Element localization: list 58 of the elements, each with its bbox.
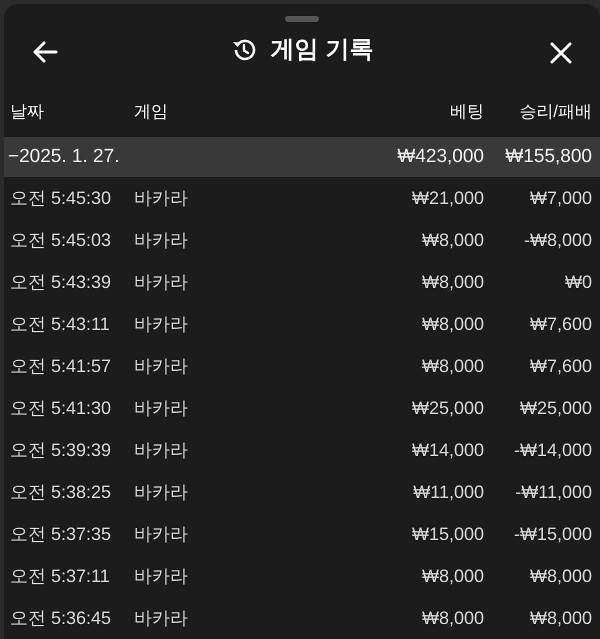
time-cell-text: 오전 5:36:45	[10, 606, 112, 630]
game-cell-text: 바카라	[134, 522, 188, 546]
bet-cell-text: ₩15,000	[412, 522, 484, 546]
time-cell-text: 오전 5:45:30	[10, 186, 112, 210]
game-cell-text: 바카라	[134, 480, 188, 504]
time-cell-text: 오전 5:41:57	[10, 354, 112, 378]
group-date: 2025. 1. 27.	[19, 144, 120, 169]
result-cell-text: -₩14,000	[514, 438, 592, 462]
game-cell-text: 바카라	[134, 312, 188, 336]
bet-cell-text: ₩8,000	[422, 606, 484, 630]
time-cell-text: 오전 5:41:30	[10, 396, 112, 420]
result-cell-text: -₩11,000	[515, 480, 592, 504]
result-cell-text: -₩8,000	[524, 228, 592, 252]
bet-cell-text: ₩8,000	[422, 564, 484, 588]
result-cell-text: ₩7,000	[530, 186, 592, 210]
game-cell-text: 바카라	[134, 396, 188, 420]
bet-cell-text: ₩11,000	[413, 480, 484, 504]
column-header[interactable]: 베팅	[450, 102, 484, 122]
back-arrow-icon[interactable]	[32, 41, 58, 63]
bet-cell-text: ₩8,000	[422, 312, 484, 336]
column-header[interactable]: 날짜	[10, 102, 44, 122]
game-cell-text: 바카라	[134, 606, 188, 630]
history-icon	[230, 37, 257, 64]
group-result-total: ₩155,800	[505, 144, 592, 169]
game-cell-text: 바카라	[134, 564, 188, 588]
result-cell-text: ₩8,000	[530, 564, 592, 588]
game-cell-text: 바카라	[134, 438, 188, 462]
time-cell-text: 오전 5:39:39	[10, 438, 112, 462]
game-cell-text: 바카라	[134, 186, 188, 210]
time-cell-text: 오전 5:37:11	[10, 564, 110, 588]
result-cell-text: ₩7,600	[530, 354, 592, 378]
bet-cell-text: ₩8,000	[422, 228, 484, 252]
time-cell-text: 오전 5:45:03	[10, 228, 112, 252]
date-group-row[interactable]: −2025. 1. 27. ₩423,000 ₩155,800	[4, 137, 600, 177]
column-header[interactable]: 게임	[134, 102, 168, 122]
time-cell-text: 오전 5:37:35	[10, 522, 112, 546]
collapse-toggle[interactable]: −	[8, 142, 20, 172]
bet-cell-text: ₩21,000	[412, 186, 484, 210]
result-cell-text: ₩25,000	[520, 396, 592, 420]
game-cell-text: 바카라	[134, 354, 188, 378]
game-cell-text: 바카라	[134, 228, 188, 252]
bet-cell-text: ₩25,000	[412, 396, 484, 420]
bet-cell-text: ₩14,000	[412, 438, 484, 462]
result-cell-text: -₩15,000	[514, 522, 592, 546]
time-cell-text: 오전 5:43:39	[10, 270, 112, 294]
drag-handle[interactable]	[285, 16, 319, 22]
column-header[interactable]: 승리/패배	[519, 102, 592, 122]
close-icon[interactable]	[550, 42, 572, 64]
bet-cell-text: ₩8,000	[422, 270, 484, 294]
game-cell-text: 바카라	[134, 270, 188, 294]
bet-cell-text: ₩8,000	[422, 354, 484, 378]
result-cell-text: ₩7,600	[530, 312, 592, 336]
sheet-title: 게임 기록	[270, 35, 374, 66]
result-cell-text: ₩0	[565, 270, 592, 294]
group-bet-total: ₩423,000	[397, 144, 484, 169]
time-cell-text: 오전 5:43:11	[10, 312, 110, 336]
time-cell-text: 오전 5:38:25	[10, 480, 112, 504]
result-cell-text: ₩8,000	[530, 606, 592, 630]
